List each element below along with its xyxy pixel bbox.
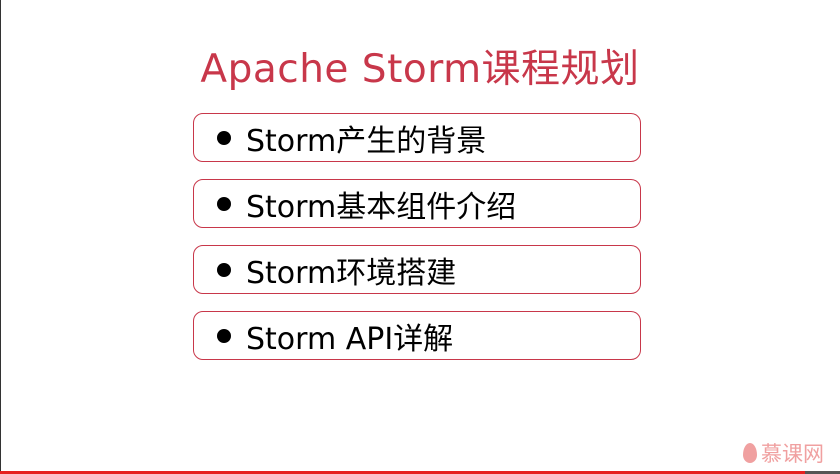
flame-icon xyxy=(743,443,757,463)
list-item: Storm基本组件介绍 xyxy=(193,179,641,228)
bullet-icon xyxy=(217,328,231,343)
list-item-label: Storm API详解 xyxy=(246,321,454,357)
bullet-icon xyxy=(217,130,231,145)
watermark-logo: 慕课网 xyxy=(743,438,824,468)
list-item-label: Storm环境搭建 xyxy=(246,255,457,291)
bullet-icon xyxy=(217,196,231,211)
list-item: Storm API详解 xyxy=(193,311,641,360)
list-item: Storm环境搭建 xyxy=(193,245,641,294)
slide-title: Apache Storm课程规划 xyxy=(200,47,640,92)
list-item-label: Storm产生的背景 xyxy=(246,123,487,159)
list-item: Storm产生的背景 xyxy=(193,113,641,162)
watermark-text: 慕课网 xyxy=(761,442,824,466)
bullet-icon xyxy=(217,262,231,277)
list-item-label: Storm基本组件介绍 xyxy=(246,189,517,225)
